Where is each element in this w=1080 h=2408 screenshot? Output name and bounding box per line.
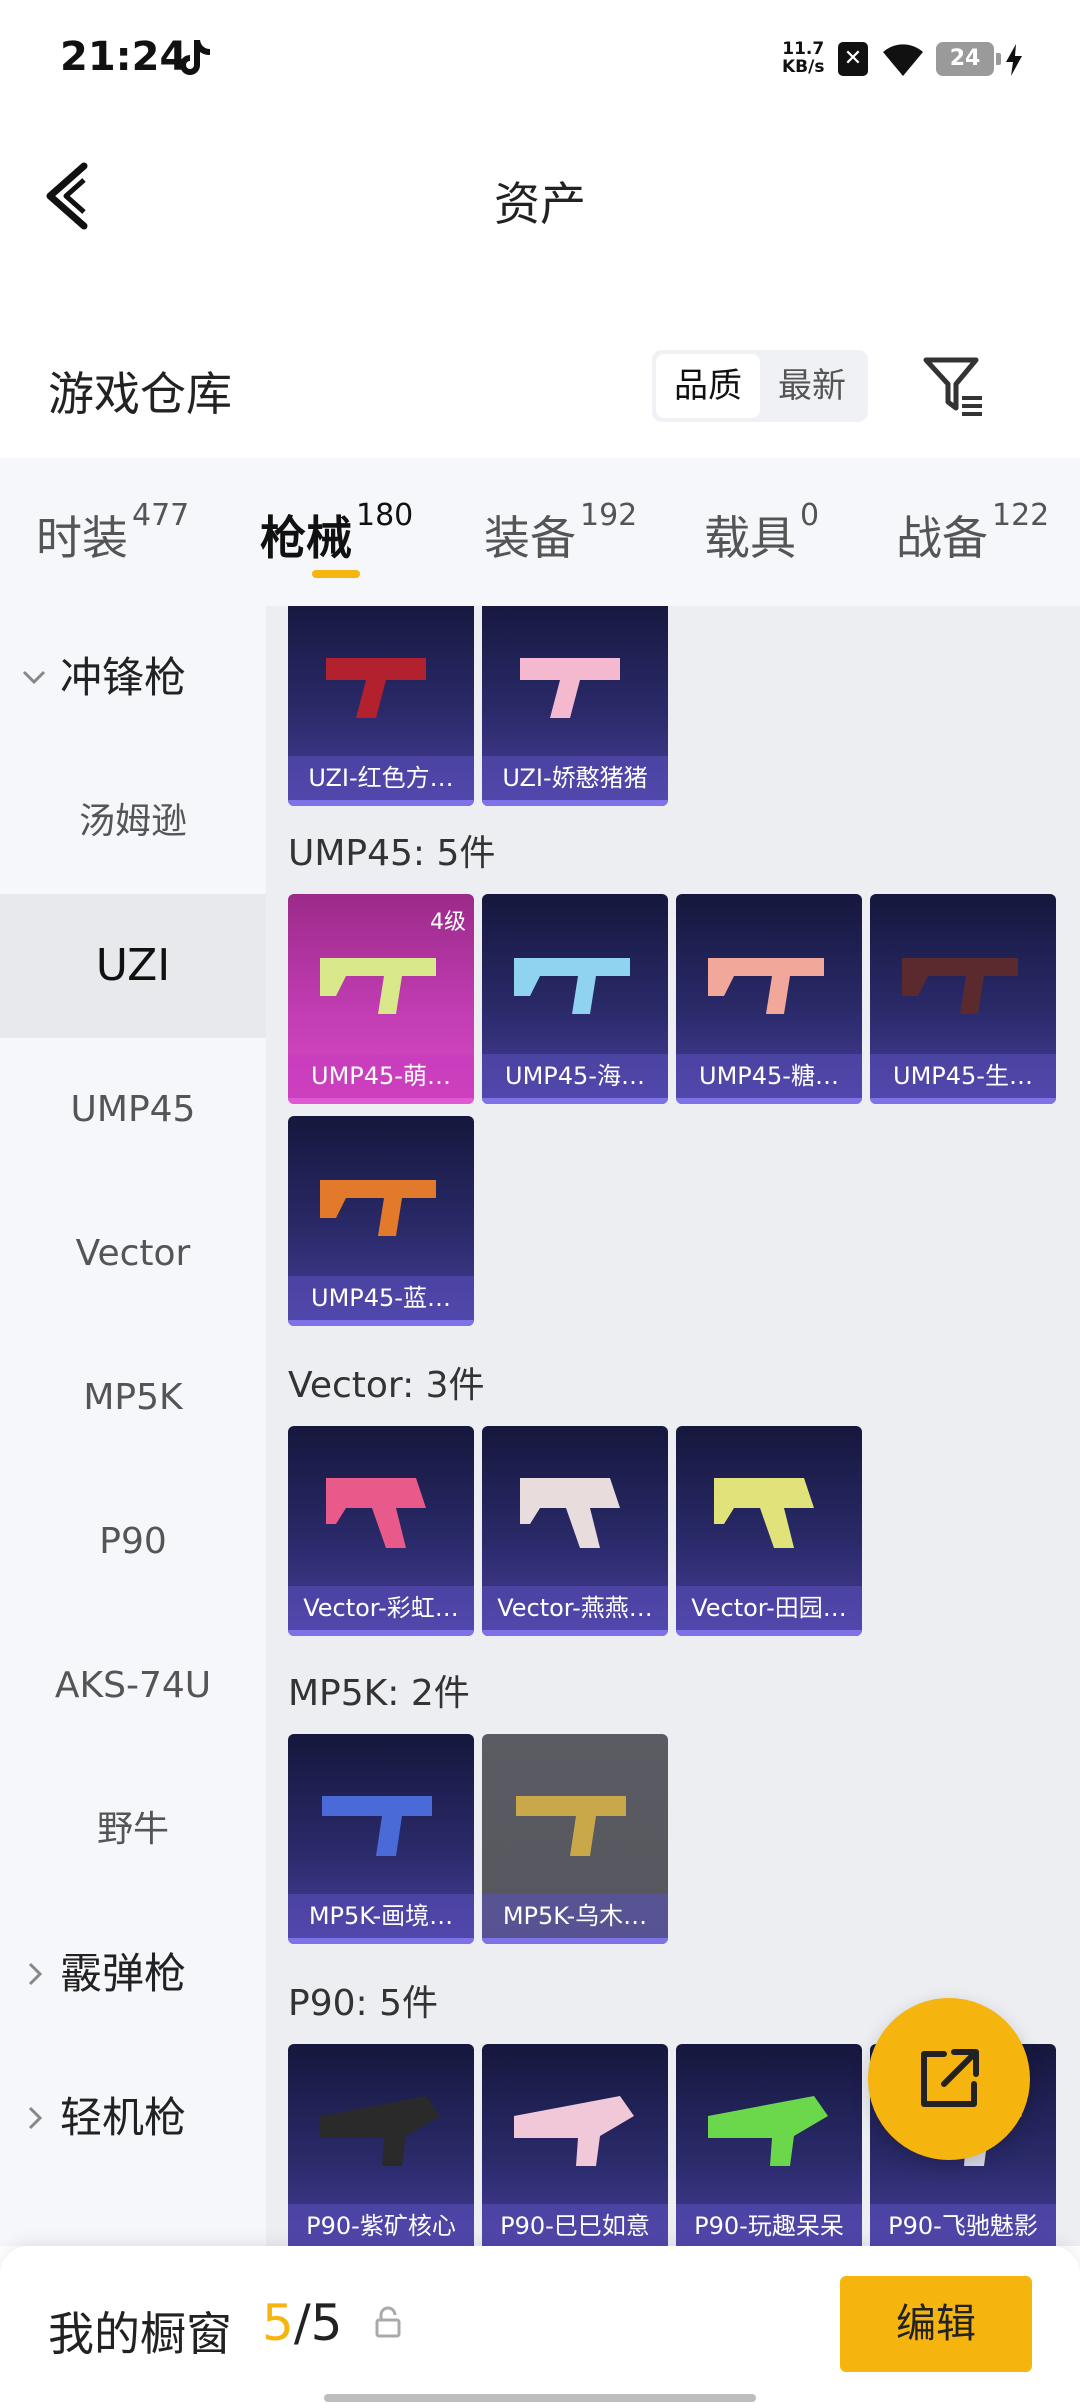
mp5k-skin-icon xyxy=(322,1796,432,1856)
item-card[interactable]: Vector-彩虹… xyxy=(288,1426,474,1636)
group-header-mp5k: MP5K: 2件 xyxy=(288,1673,470,1714)
ump45-skin-icon xyxy=(708,958,824,1014)
vector-skin-icon xyxy=(520,1478,620,1548)
ump45-skin-icon xyxy=(320,1180,436,1236)
tab-fashion[interactable]: 时装 477 xyxy=(36,498,189,568)
sort-latest-option[interactable]: 最新 xyxy=(760,354,864,418)
section-title: 游戏仓库 xyxy=(48,367,232,421)
page-title: 资产 xyxy=(494,177,586,231)
sidebar-item-bizon[interactable]: 野牛 xyxy=(0,1758,266,1902)
item-card[interactable]: UZI-娇憨猪猪 xyxy=(482,606,668,806)
ump45-skin-icon xyxy=(514,958,630,1014)
active-tab-indicator xyxy=(312,570,360,578)
sidebar-group-shotgun[interactable]: 霰弹枪 xyxy=(0,1902,266,2046)
sidebar-item-uzi[interactable]: UZI xyxy=(0,894,266,1038)
edit-button[interactable]: 编辑 xyxy=(840,2276,1032,2372)
clock: 21:24 xyxy=(60,34,188,80)
tab-vehicles[interactable]: 载具 0 xyxy=(704,498,819,568)
showcase-count: 5/5 xyxy=(262,2294,343,2352)
item-card[interactable]: UMP45-糖… xyxy=(676,894,862,1104)
sidebar-item-ump45[interactable]: UMP45 xyxy=(0,1038,266,1182)
group-header-vector: Vector: 3件 xyxy=(288,1365,485,1406)
chevron-right-icon xyxy=(28,2106,43,2130)
item-card[interactable]: MP5K-乌木… xyxy=(482,1734,668,1944)
battery-icon: 24 xyxy=(936,42,1001,76)
chevron-down-icon xyxy=(22,670,46,685)
sort-toggle[interactable]: 品质 最新 xyxy=(652,350,868,422)
showcase-label: 我的橱窗 xyxy=(48,2307,232,2361)
home-indicator[interactable] xyxy=(324,2394,756,2402)
vector-skin-icon xyxy=(714,1478,814,1548)
item-card[interactable]: UMP45-海… xyxy=(482,894,668,1104)
sidebar: 冲锋枪 汤姆逊 UZI UMP45 Vector MP5K P90 AKS-74… xyxy=(0,606,266,2246)
ump45-skin-icon xyxy=(902,958,1018,1014)
tab-equipment[interactable]: 装备 192 xyxy=(484,498,637,568)
tab-weapons[interactable]: 枪械 180 xyxy=(260,498,413,568)
item-card[interactable]: P90-巳巳如意 xyxy=(482,2044,668,2246)
uzi-skin-icon xyxy=(326,658,426,718)
share-fab-button[interactable] xyxy=(868,1998,1030,2160)
sort-quality-option[interactable]: 品质 xyxy=(656,354,760,418)
group-header-p90: P90: 5件 xyxy=(288,1983,438,2024)
item-card[interactable]: P90-紫矿核心 xyxy=(288,2044,474,2246)
chevron-right-icon xyxy=(28,1962,43,1986)
filter-icon[interactable] xyxy=(920,352,986,418)
wifi-icon xyxy=(883,44,923,76)
sidebar-item-thompson[interactable]: 汤姆逊 xyxy=(0,750,266,894)
sidebar-item-vector[interactable]: Vector xyxy=(0,1182,266,1326)
p90-skin-icon xyxy=(708,2096,828,2166)
p90-skin-icon xyxy=(320,2096,440,2166)
item-card[interactable]: P90-玩趣呆呆 xyxy=(676,2044,862,2246)
sidebar-item-aks74u[interactable]: AKS-74U xyxy=(0,1614,266,1758)
lock-icon xyxy=(375,2306,401,2338)
category-tabs: 时装 477 枪械 180 装备 192 载具 0 战备 122 xyxy=(0,458,1080,606)
item-card[interactable]: Vector-燕燕… xyxy=(482,1426,668,1636)
no-sim-icon: ✕ xyxy=(838,42,868,76)
group-header-ump45: UMP45: 5件 xyxy=(288,833,496,874)
charging-icon xyxy=(1006,44,1022,76)
vector-skin-icon xyxy=(326,1478,426,1548)
sidebar-group-smg[interactable]: 冲锋枪 xyxy=(0,606,266,750)
network-speed: 11.7 KB/s xyxy=(782,39,825,77)
item-card[interactable]: Vector-田园… xyxy=(676,1426,862,1636)
mp5k-skin-icon xyxy=(516,1796,626,1856)
tiktok-icon xyxy=(180,40,210,75)
external-share-icon xyxy=(921,2049,979,2107)
sidebar-group-lmg[interactable]: 轻机枪 xyxy=(0,2046,266,2190)
item-card[interactable]: UZI-红色方… xyxy=(288,606,474,806)
item-card[interactable]: MP5K-画境… xyxy=(288,1734,474,1944)
uzi-skin-icon xyxy=(520,658,620,718)
sidebar-item-p90[interactable]: P90 xyxy=(0,1470,266,1614)
item-card[interactable]: UMP45-蓝… xyxy=(288,1116,474,1326)
showcase-bar: 我的橱窗 5/5 编辑 xyxy=(0,2246,1080,2408)
item-card[interactable]: UMP45-生… xyxy=(870,894,1056,1104)
tab-supplies[interactable]: 战备 122 xyxy=(896,498,1049,568)
p90-skin-icon xyxy=(514,2096,634,2166)
item-card[interactable]: 4级 UMP45-萌… xyxy=(288,894,474,1104)
status-bar: 21:24 11.7 KB/s ✕ 24 xyxy=(0,0,1080,120)
sidebar-item-mp5k[interactable]: MP5K xyxy=(0,1326,266,1470)
